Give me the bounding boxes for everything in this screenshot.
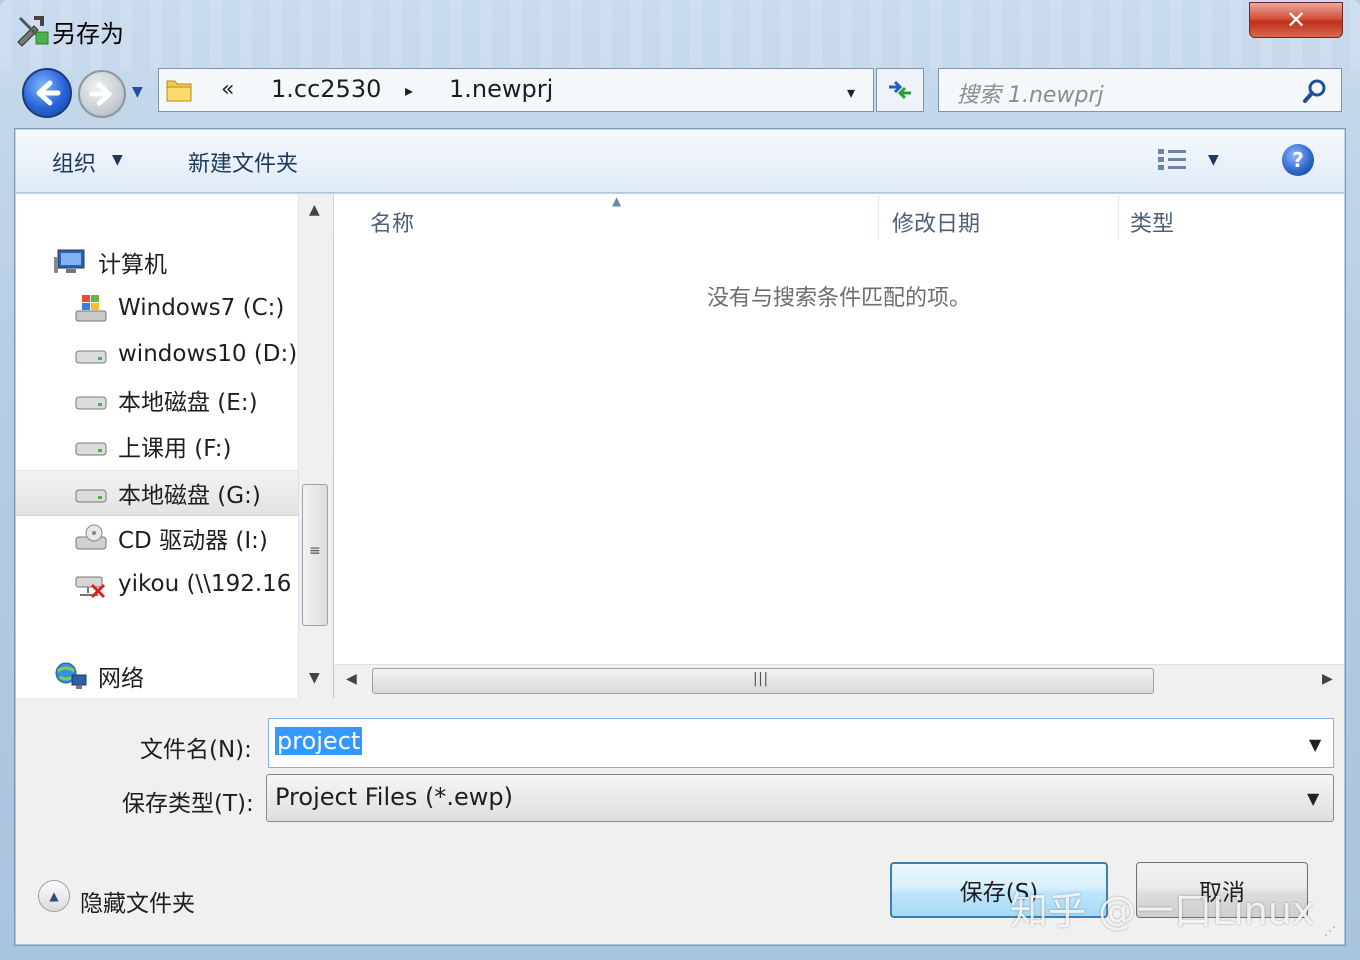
network-icon (55, 662, 87, 689)
address-bar[interactable]: « 1.cc2530 ▸ 1.newprj ▾ (158, 68, 874, 112)
breadcrumb-separator-icon[interactable]: ▸ (405, 81, 413, 100)
system-drive-icon (75, 295, 107, 322)
nav-item-label: windows10 (D:) (118, 341, 298, 367)
drive-icon (75, 489, 107, 503)
new-folder-button[interactable]: 新建文件夹 (188, 146, 298, 178)
chevron-up-icon: ▲ (49, 889, 59, 903)
title-bar[interactable]: 另存为 ✕ (0, 0, 1360, 58)
drive-icon (75, 396, 107, 410)
column-header-date-modified[interactable]: 修改日期 (892, 206, 980, 238)
nav-item-drive-c[interactable]: Windows7 (C:) (16, 286, 298, 330)
folder-icon (166, 80, 192, 102)
refresh-button[interactable] (876, 68, 924, 112)
app-icon (17, 16, 49, 47)
filetype-select[interactable]: Project Files (*.ewp) ▼ (266, 774, 1334, 822)
nav-item-label: 网络 (98, 666, 144, 692)
network-drive-disconnected-icon (75, 576, 106, 599)
nav-item-label: Windows7 (C:) (118, 295, 285, 321)
navigation-pane[interactable]: 计算机 Windows7 (C:) windows10 (D:) 本地磁盘 (E… (16, 194, 298, 698)
address-dropdown-button[interactable]: ▾ (847, 83, 855, 102)
hide-folders-label[interactable]: 隐藏文件夹 (80, 884, 195, 918)
breadcrumb-segment[interactable]: 1.cc2530 (271, 75, 381, 103)
chevron-down-icon: ▼ (132, 84, 143, 100)
nav-item-computer[interactable]: 计算机 (16, 240, 298, 284)
resize-grip-icon[interactable]: ⋰ (1324, 924, 1340, 940)
window-title: 另存为 (52, 20, 124, 48)
grip-icon: ≡ (309, 543, 321, 559)
column-header-type[interactable]: 类型 (1130, 206, 1174, 238)
watermark: 知乎 @一口Linux (1010, 889, 1315, 933)
column-header-name[interactable]: 名称 (370, 206, 414, 238)
scroll-down-icon[interactable]: ▼ (309, 670, 320, 686)
file-list[interactable]: ▲ 名称 修改日期 类型 没有与搜索条件匹配的项。 (334, 194, 1344, 664)
grip-icon: | | | (753, 671, 768, 687)
column-divider[interactable] (878, 196, 879, 240)
scroll-right-icon[interactable]: ▶ (1322, 671, 1333, 687)
nav-item-network[interactable]: 网络 (16, 654, 298, 698)
nav-item-drive-g[interactable]: 本地磁盘 (G:) (16, 470, 298, 516)
column-divider[interactable] (1118, 196, 1119, 240)
cd-drive-icon (75, 524, 107, 550)
drive-icon (75, 350, 107, 364)
nav-item-label: 计算机 (98, 252, 167, 278)
sort-ascending-icon: ▲ (612, 194, 622, 208)
filename-field[interactable]: project ▼ (268, 718, 1334, 768)
nav-item-network-drive[interactable]: yikou (\\192.16 (16, 562, 298, 606)
search-input[interactable]: 搜索 1.newprj (957, 77, 1104, 109)
nav-item-label: 上课用 (F:) (118, 436, 232, 462)
nav-pane-scrollbar[interactable]: ▲ ≡ ▼ (298, 194, 333, 698)
search-icon[interactable] (1301, 77, 1329, 105)
back-button[interactable] (22, 68, 72, 118)
filetype-label: 保存类型(T): (122, 791, 254, 817)
file-list-horizontal-scrollbar[interactable]: ◀ | | | ▶ (334, 664, 1344, 699)
address-overflow-button[interactable]: « (221, 77, 234, 102)
scrollbar-thumb[interactable]: | | | (372, 668, 1154, 694)
close-icon: ✕ (1285, 6, 1307, 34)
hide-folders-button[interactable]: ▲ (38, 880, 70, 912)
empty-list-message: 没有与搜索条件匹配的项。 (706, 286, 971, 311)
chevron-down-icon[interactable]: ▼ (1208, 152, 1219, 168)
nav-item-cd-drive[interactable]: CD 驱动器 (I:) (16, 516, 298, 560)
scrollbar-thumb[interactable]: ≡ (302, 484, 328, 626)
computer-icon (54, 249, 85, 273)
refresh-icon (889, 80, 911, 100)
arrow-right-icon (89, 82, 112, 106)
chevron-down-icon: ▼ (112, 152, 123, 168)
nav-item-label: yikou (\\192.16 (118, 571, 292, 597)
filename-input-value[interactable]: project (275, 727, 363, 755)
nav-item-label: CD 驱动器 (I:) (118, 528, 268, 554)
scroll-up-icon[interactable]: ▲ (309, 202, 320, 218)
help-button[interactable]: ? (1282, 144, 1314, 176)
forward-button[interactable] (78, 70, 126, 118)
organize-button[interactable]: 组织 (52, 146, 96, 178)
help-icon: ? (1292, 148, 1304, 172)
search-box[interactable]: 搜索 1.newprj (938, 68, 1342, 112)
recent-locations-dropdown[interactable]: ▼ (132, 84, 152, 104)
nav-item-label: 本地磁盘 (E:) (118, 390, 258, 416)
filename-label: 文件名(N): (140, 737, 252, 763)
chevron-down-icon[interactable]: ▼ (1309, 735, 1321, 754)
arrow-left-icon (36, 80, 61, 106)
nav-item-drive-f[interactable]: 上课用 (F:) (16, 424, 298, 468)
chevron-down-icon: ▼ (1307, 789, 1320, 808)
breadcrumb-segment[interactable]: 1.newprj (449, 75, 553, 103)
nav-item-label: 本地磁盘 (G:) (118, 483, 261, 509)
scroll-left-icon[interactable]: ◀ (346, 671, 357, 687)
command-toolbar: 组织 ▼ 新建文件夹 ▼ ? (16, 130, 1344, 193)
filetype-selected-value: Project Files (*.ewp) (275, 783, 514, 811)
nav-item-drive-d[interactable]: windows10 (D:) (16, 332, 298, 376)
close-button[interactable]: ✕ (1249, 2, 1343, 38)
drive-icon (75, 442, 107, 456)
nav-item-drive-e[interactable]: 本地磁盘 (E:) (16, 378, 298, 422)
view-options-icon[interactable] (1156, 146, 1190, 174)
